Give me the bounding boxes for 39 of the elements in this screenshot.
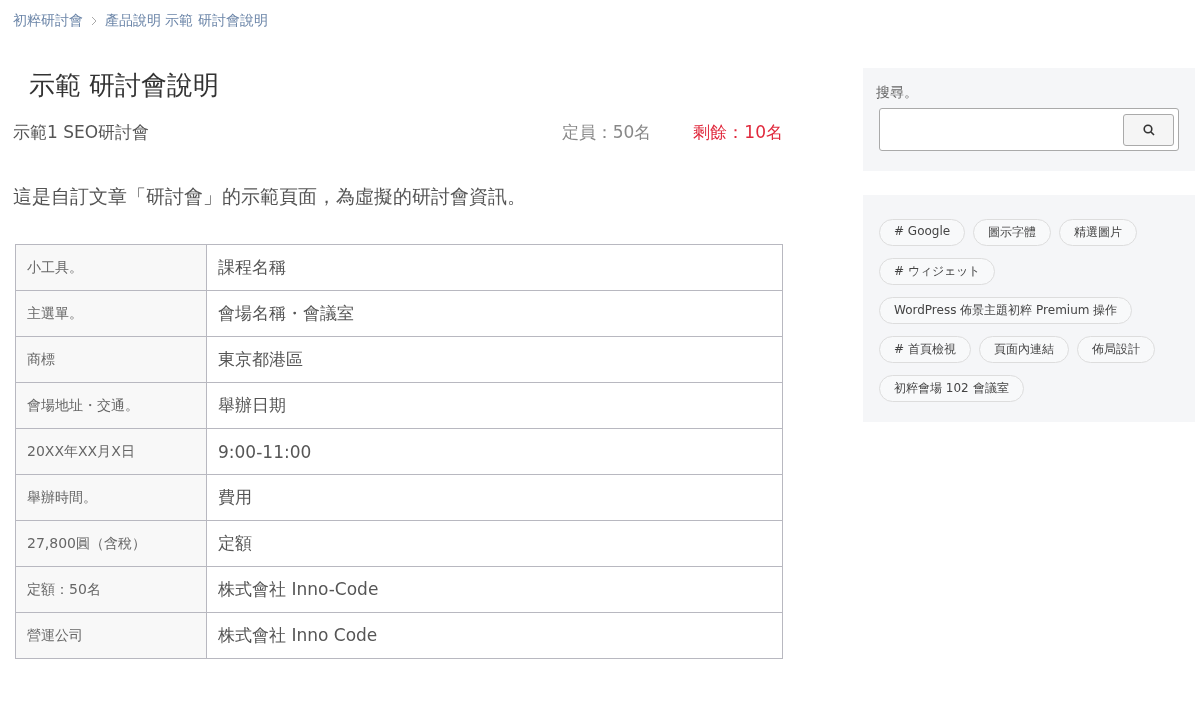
tag-link[interactable]: 頁面內連結 xyxy=(978,336,1069,363)
breadcrumb-link[interactable]: 產品說明 示範 研討會說明 xyxy=(105,12,268,30)
chevron-icon xyxy=(91,16,97,26)
table-cell: 舉辦日期 xyxy=(206,382,783,429)
table-cell: 株式會社 Inno Code xyxy=(206,612,783,659)
table-cell: 定額：50名 xyxy=(15,566,207,613)
tag-link[interactable]: 精選圖片 xyxy=(1059,219,1138,246)
table-cell: 9:00-11:00 xyxy=(206,428,783,475)
table-cell: 27,800圓（含稅） xyxy=(15,520,207,567)
search-icon xyxy=(1142,123,1155,136)
description-text: 這是自訂文章「研討會」的示範頁面，為虛擬的研討會資訊。 xyxy=(13,184,527,209)
tag-link[interactable]: 圖示字體 xyxy=(973,219,1052,246)
tag-link[interactable]: # Google xyxy=(879,219,966,246)
tag-link[interactable]: # 首頁檢視 xyxy=(879,336,971,363)
tag-link[interactable]: # ウィジェット xyxy=(879,258,995,285)
event-name: 示範1 SEO研討會 xyxy=(13,121,151,144)
table-cell: 費用 xyxy=(206,474,783,521)
tag-link[interactable]: WordPress 佈景主題初粹 Premium 操作 xyxy=(879,297,1133,324)
table-cell: 定額 xyxy=(206,520,783,567)
table-cell: 主選單。 xyxy=(15,290,207,337)
remaining-text: 剩餘：10名 xyxy=(693,121,783,144)
table-cell: 會場名稱・會議室 xyxy=(206,290,783,337)
search-label: 搜尋。 xyxy=(876,84,919,102)
table-cell: 舉辦時間。 xyxy=(15,474,207,521)
table-cell: 會場地址・交通。 xyxy=(15,382,207,429)
tag-link[interactable]: 初粹會場 102 會議室 xyxy=(879,375,1024,402)
search-button[interactable] xyxy=(1123,113,1174,146)
table-cell: 東京都港區 xyxy=(206,336,783,383)
table-cell: 商標 xyxy=(15,336,207,383)
table-cell: 小工具。 xyxy=(15,244,207,291)
table-cell: 課程名稱 xyxy=(206,244,783,291)
breadcrumb-link[interactable]: 初粹研討會 xyxy=(13,12,83,30)
table-cell: 營運公司 xyxy=(15,612,207,659)
page-title: 示範 研討會說明 xyxy=(29,69,221,102)
table-cell: 20XX年XX月X日 xyxy=(15,428,207,475)
tag-link[interactable]: 佈局設計 xyxy=(1076,336,1155,363)
table-cell: 株式會社 Inno-Code xyxy=(206,566,783,613)
capacity-text: 定員：50名 xyxy=(561,121,652,144)
search-field[interactable] xyxy=(879,108,1179,151)
